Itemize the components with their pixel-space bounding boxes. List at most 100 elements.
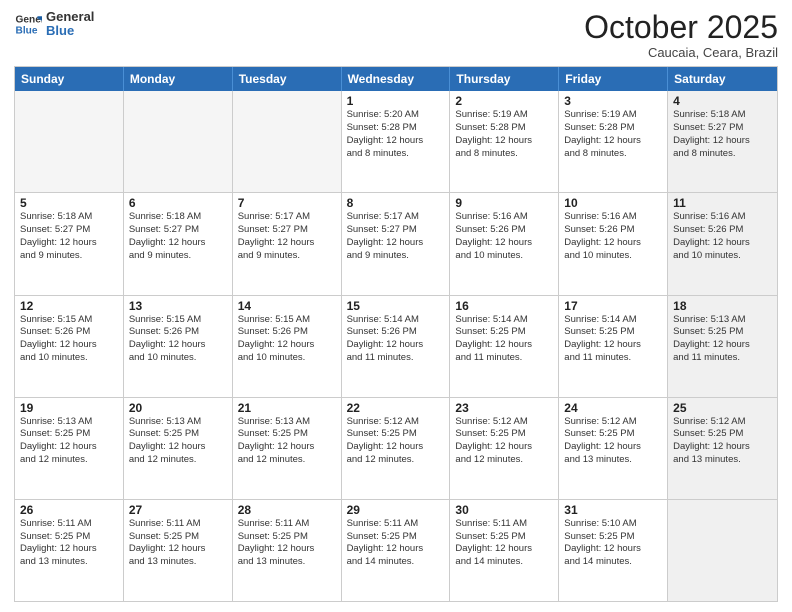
day-number: 2 [455, 94, 553, 108]
cell-text-line: Sunset: 5:25 PM [564, 531, 662, 544]
day-number: 24 [564, 401, 662, 415]
cell-text-line: Sunset: 5:25 PM [455, 326, 553, 339]
cell-text-line: and 11 minutes. [673, 352, 772, 365]
cell-text-line: Sunrise: 5:15 AM [238, 314, 336, 327]
calendar-cell: 19Sunrise: 5:13 AMSunset: 5:25 PMDayligh… [15, 398, 124, 499]
cell-text-line: Sunrise: 5:10 AM [564, 518, 662, 531]
day-number: 9 [455, 196, 553, 210]
calendar-cell: 25Sunrise: 5:12 AMSunset: 5:25 PMDayligh… [668, 398, 777, 499]
calendar-cell [124, 91, 233, 192]
calendar-cell: 23Sunrise: 5:12 AMSunset: 5:25 PMDayligh… [450, 398, 559, 499]
cell-text-line: Sunrise: 5:16 AM [564, 211, 662, 224]
month-title: October 2025 [584, 10, 778, 45]
cell-text-line: Sunrise: 5:13 AM [20, 416, 118, 429]
svg-text:General: General [16, 15, 42, 26]
cell-text-line: Sunset: 5:25 PM [238, 531, 336, 544]
cell-text-line: and 12 minutes. [129, 454, 227, 467]
day-number: 25 [673, 401, 772, 415]
cell-text-line: Daylight: 12 hours [564, 237, 662, 250]
cell-text-line: and 11 minutes. [564, 352, 662, 365]
calendar-cell: 6Sunrise: 5:18 AMSunset: 5:27 PMDaylight… [124, 193, 233, 294]
cell-text-line: Sunset: 5:27 PM [347, 224, 445, 237]
weekday-header-thursday: Thursday [450, 67, 559, 91]
cell-text-line: Daylight: 12 hours [564, 339, 662, 352]
cell-text-line: Sunset: 5:28 PM [347, 122, 445, 135]
cell-text-line: Sunrise: 5:14 AM [564, 314, 662, 327]
cell-text-line: and 10 minutes. [238, 352, 336, 365]
logo: General Blue General Blue [14, 10, 94, 39]
day-number: 8 [347, 196, 445, 210]
cell-text-line: Sunrise: 5:19 AM [564, 109, 662, 122]
calendar-body: 1Sunrise: 5:20 AMSunset: 5:28 PMDaylight… [15, 91, 777, 601]
day-number: 14 [238, 299, 336, 313]
cell-text-line: Sunrise: 5:14 AM [347, 314, 445, 327]
cell-text-line: and 10 minutes. [129, 352, 227, 365]
svg-text:Blue: Blue [16, 26, 38, 37]
calendar-row-3: 12Sunrise: 5:15 AMSunset: 5:26 PMDayligh… [15, 295, 777, 397]
logo-icon: General Blue [14, 10, 42, 38]
cell-text-line: Daylight: 12 hours [673, 237, 772, 250]
cell-text-line: Sunset: 5:25 PM [129, 428, 227, 441]
cell-text-line: and 14 minutes. [455, 556, 553, 569]
calendar-cell: 31Sunrise: 5:10 AMSunset: 5:25 PMDayligh… [559, 500, 668, 601]
cell-text-line: Daylight: 12 hours [347, 339, 445, 352]
calendar-cell: 18Sunrise: 5:13 AMSunset: 5:25 PMDayligh… [668, 296, 777, 397]
cell-text-line: and 12 minutes. [20, 454, 118, 467]
cell-text-line: Sunset: 5:26 PM [129, 326, 227, 339]
cell-text-line: Daylight: 12 hours [455, 339, 553, 352]
day-number: 3 [564, 94, 662, 108]
day-number: 4 [673, 94, 772, 108]
cell-text-line: Daylight: 12 hours [129, 339, 227, 352]
cell-text-line: and 11 minutes. [455, 352, 553, 365]
cell-text-line: Sunset: 5:25 PM [20, 428, 118, 441]
calendar-cell: 12Sunrise: 5:15 AMSunset: 5:26 PMDayligh… [15, 296, 124, 397]
calendar-cell: 3Sunrise: 5:19 AMSunset: 5:28 PMDaylight… [559, 91, 668, 192]
calendar-cell: 14Sunrise: 5:15 AMSunset: 5:26 PMDayligh… [233, 296, 342, 397]
cell-text-line: Sunset: 5:27 PM [129, 224, 227, 237]
weekday-header-sunday: Sunday [15, 67, 124, 91]
cell-text-line: and 12 minutes. [238, 454, 336, 467]
cell-text-line: and 13 minutes. [20, 556, 118, 569]
cell-text-line: and 14 minutes. [347, 556, 445, 569]
cell-text-line: Sunset: 5:25 PM [455, 531, 553, 544]
day-number: 21 [238, 401, 336, 415]
calendar-cell: 17Sunrise: 5:14 AMSunset: 5:25 PMDayligh… [559, 296, 668, 397]
cell-text-line: Sunset: 5:26 PM [673, 224, 772, 237]
cell-text-line: Sunrise: 5:17 AM [347, 211, 445, 224]
cell-text-line: Sunrise: 5:12 AM [455, 416, 553, 429]
logo-text: General Blue [46, 10, 94, 39]
cell-text-line: Sunrise: 5:11 AM [455, 518, 553, 531]
cell-text-line: Daylight: 12 hours [455, 237, 553, 250]
cell-text-line: and 12 minutes. [347, 454, 445, 467]
day-number: 6 [129, 196, 227, 210]
cell-text-line: and 9 minutes. [20, 250, 118, 263]
cell-text-line: Sunrise: 5:18 AM [129, 211, 227, 224]
day-number: 30 [455, 503, 553, 517]
cell-text-line: Daylight: 12 hours [564, 543, 662, 556]
cell-text-line: Daylight: 12 hours [673, 441, 772, 454]
cell-text-line: Sunrise: 5:12 AM [564, 416, 662, 429]
header-right: October 2025 Caucaia, Ceara, Brazil [584, 10, 778, 60]
cell-text-line: Daylight: 12 hours [129, 441, 227, 454]
cell-text-line: Daylight: 12 hours [238, 543, 336, 556]
cell-text-line: Sunset: 5:25 PM [564, 326, 662, 339]
page: General Blue General Blue October 2025 C… [0, 0, 792, 612]
calendar-cell: 16Sunrise: 5:14 AMSunset: 5:25 PMDayligh… [450, 296, 559, 397]
cell-text-line: Sunrise: 5:13 AM [673, 314, 772, 327]
day-number: 1 [347, 94, 445, 108]
weekday-header-friday: Friday [559, 67, 668, 91]
cell-text-line: Sunrise: 5:19 AM [455, 109, 553, 122]
cell-text-line: Sunrise: 5:12 AM [347, 416, 445, 429]
cell-text-line: Daylight: 12 hours [455, 441, 553, 454]
cell-text-line: and 9 minutes. [347, 250, 445, 263]
cell-text-line: Sunset: 5:27 PM [20, 224, 118, 237]
weekday-header-monday: Monday [124, 67, 233, 91]
cell-text-line: and 13 minutes. [564, 454, 662, 467]
cell-text-line: Sunrise: 5:20 AM [347, 109, 445, 122]
cell-text-line: Daylight: 12 hours [455, 135, 553, 148]
cell-text-line: Daylight: 12 hours [455, 543, 553, 556]
calendar-cell: 22Sunrise: 5:12 AMSunset: 5:25 PMDayligh… [342, 398, 451, 499]
day-number: 16 [455, 299, 553, 313]
cell-text-line: and 12 minutes. [455, 454, 553, 467]
cell-text-line: Daylight: 12 hours [347, 135, 445, 148]
